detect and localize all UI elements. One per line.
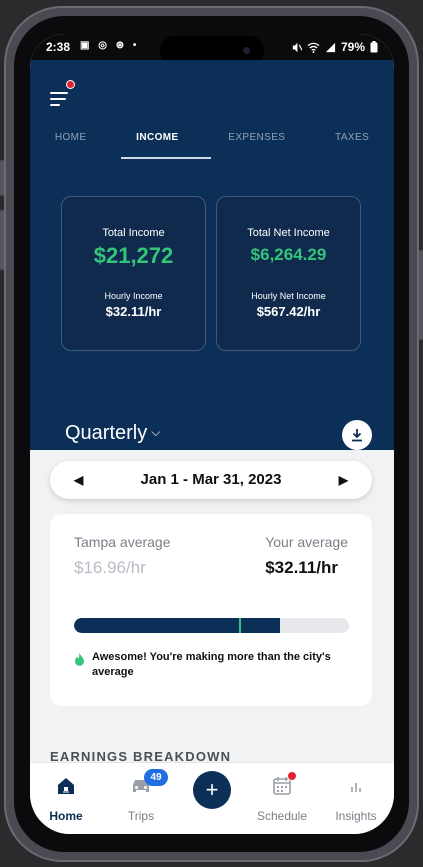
chevron-down-icon: ⌵ bbox=[151, 425, 161, 439]
average-message: Awesome! You're making more than the cit… bbox=[74, 650, 359, 680]
signal-icon bbox=[325, 42, 336, 52]
average-progress-bar bbox=[74, 618, 349, 633]
battery-icon bbox=[370, 41, 378, 53]
total-income-label: Total Income bbox=[102, 227, 165, 239]
your-average: Your average $32.11/hr bbox=[265, 534, 348, 578]
tab-taxes[interactable]: TAXES bbox=[329, 128, 375, 154]
nav-insights[interactable]: Insights bbox=[321, 773, 391, 823]
nav-trips[interactable]: 49 Trips bbox=[106, 769, 176, 823]
city-average-label: Tampa average bbox=[74, 534, 171, 550]
front-camera bbox=[243, 47, 250, 54]
average-message-text: Awesome! You're making more than the cit… bbox=[92, 651, 331, 678]
total-income-card: Total Income $21,272 Hourly Income $32.1… bbox=[61, 196, 206, 351]
next-period-icon[interactable]: ▶ bbox=[339, 461, 348, 499]
download-icon bbox=[352, 429, 362, 442]
nav-home[interactable]: Home bbox=[31, 773, 101, 823]
schedule-notification-dot bbox=[287, 771, 297, 781]
volume-down-button bbox=[0, 210, 4, 270]
bottom-nav: Home 49 Trips + Schedule Insights bbox=[30, 762, 394, 834]
status-time: 2:38 bbox=[46, 40, 71, 54]
trips-badge: 49 bbox=[144, 769, 168, 786]
your-average-label: Your average bbox=[265, 534, 348, 550]
download-button[interactable] bbox=[342, 420, 372, 450]
city-average: Tampa average $16.96/hr bbox=[74, 534, 171, 578]
city-average-value: $16.96/hr bbox=[74, 558, 146, 577]
add-button[interactable]: + bbox=[193, 771, 231, 809]
nav-insights-label: Insights bbox=[335, 809, 377, 823]
total-net-income-label: Total Net Income bbox=[247, 227, 330, 239]
status-bar: 2:38 ▣ ◎ ⊛ • 79% bbox=[30, 34, 394, 66]
prev-period-icon[interactable]: ◀ bbox=[74, 461, 83, 499]
volume-up-button bbox=[0, 160, 4, 196]
tab-income[interactable]: INCOME bbox=[130, 128, 184, 154]
battery-percent: 79% bbox=[340, 40, 365, 54]
app-screen: 2:38 ▣ ◎ ⊛ • 79% HOME INCOME EXPENSES TA… bbox=[30, 34, 394, 834]
total-income-value: $21,272 bbox=[93, 243, 174, 268]
hourly-net-income-label: Hourly Net Income bbox=[251, 291, 326, 301]
power-button bbox=[419, 250, 423, 340]
notification-icons: ▣ ◎ ⊛ • bbox=[80, 40, 140, 51]
period-label: Quarterly bbox=[65, 422, 148, 444]
hourly-income-value: $32.11/hr bbox=[105, 304, 162, 319]
bar-chart-icon bbox=[351, 783, 361, 792]
home-icon bbox=[58, 778, 74, 794]
flame-icon bbox=[75, 653, 84, 666]
nav-schedule[interactable]: Schedule bbox=[247, 771, 317, 823]
average-comparison-card: Tampa average $16.96/hr Your average $32… bbox=[50, 514, 372, 706]
total-net-income-value: $6,264.29 bbox=[250, 245, 327, 264]
wifi-icon bbox=[307, 42, 320, 53]
menu-notification-dot bbox=[66, 80, 75, 89]
status-right: 79% bbox=[291, 40, 378, 54]
nav-schedule-label: Schedule bbox=[256, 809, 308, 823]
tab-expenses[interactable]: EXPENSES bbox=[222, 128, 291, 154]
hourly-net-income-value: $567.42/hr bbox=[256, 304, 321, 319]
period-selector[interactable]: Quarterly ⌵ bbox=[65, 422, 160, 445]
date-range-label: Jan 1 - Mar 31, 2023 bbox=[140, 471, 282, 488]
hourly-income-label: Hourly Income bbox=[104, 291, 163, 301]
nav-trips-label: Trips bbox=[127, 809, 155, 823]
your-average-value: $32.11/hr bbox=[265, 558, 338, 577]
date-range-pill: ◀ Jan 1 - Mar 31, 2023 ▶ bbox=[50, 461, 372, 499]
mute-icon bbox=[292, 42, 302, 52]
menu-button[interactable] bbox=[50, 90, 72, 108]
top-tabs: HOME INCOME EXPENSES TAXES bbox=[30, 128, 394, 154]
nav-home-label: Home bbox=[49, 809, 83, 823]
active-tab-indicator bbox=[121, 157, 211, 159]
total-net-income-card: Total Net Income $6,264.29 Hourly Net In… bbox=[216, 196, 361, 351]
tab-home[interactable]: HOME bbox=[49, 128, 93, 154]
city-average-marker bbox=[239, 618, 241, 633]
progress-fill bbox=[74, 618, 281, 633]
